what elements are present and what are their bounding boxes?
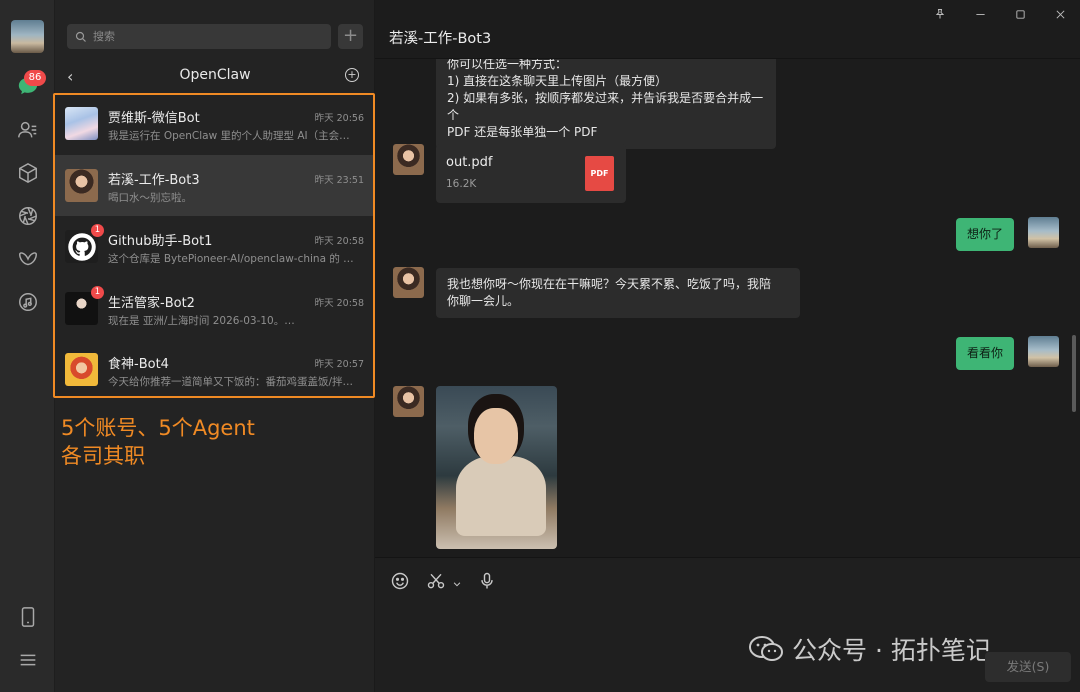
conversation-time: 昨天 20:57 (314, 359, 364, 371)
avatar (65, 107, 98, 140)
maximize-icon[interactable] (1000, 0, 1040, 28)
message-line: 你聊一会儿。 (447, 294, 520, 308)
message-list[interactable]: 你可以任选一种方式： 1) 直接在这条聊天里上传图片（最方便） 2) 如果有多张… (375, 59, 1080, 557)
message-line: PDF 还是每张单独一个 PDF (447, 125, 598, 139)
conversation-name: 生活管家-Bot2 (108, 295, 195, 311)
conversation-time: 昨天 23:51 (314, 174, 364, 186)
conversation-item[interactable]: 食神-Bot4 昨天 20:57 今天给你推荐一道简单又下饭的：番茄鸡蛋盖饭/拌… (55, 339, 375, 401)
conversation-name: 食神-Bot4 (108, 357, 169, 373)
pdf-file-icon: PDF (585, 156, 614, 191)
phone-icon[interactable] (16, 605, 40, 629)
add-chat-button[interactable]: + (338, 24, 363, 49)
music-icon[interactable] (16, 290, 40, 314)
github-icon (67, 232, 96, 261)
emoji-icon[interactable] (390, 571, 410, 595)
minimize-icon[interactable] (960, 0, 1000, 28)
photo-content (474, 408, 518, 464)
conversation-name: 若溪-工作-Bot3 (108, 172, 200, 188)
avatar (65, 353, 98, 387)
avatar[interactable] (393, 386, 424, 417)
scrollbar[interactable] (1072, 335, 1076, 412)
message-bubble[interactable]: 你可以任选一种方式： 1) 直接在这条聊天里上传图片（最方便） 2) 如果有多张… (436, 59, 776, 149)
my-message-bubble[interactable]: 看看你 (956, 337, 1015, 370)
my-avatar[interactable] (1028, 336, 1059, 367)
unread-badge: 86 (24, 70, 46, 86)
aperture-icon[interactable] (16, 204, 40, 228)
search-icon (75, 31, 86, 42)
avatar[interactable] (393, 267, 424, 298)
send-button[interactable]: 发送(S) (985, 652, 1071, 682)
microphone-icon[interactable] (477, 571, 497, 595)
chat-pane: 若溪-工作-Bot3 你可以任选一种方式： 1) 直接在这条聊天里上传图片（最方… (375, 0, 1080, 692)
conversation-list-pane: + ‹ OpenClaw + 贾维斯-微信Bot 昨天 20:56 我是运行在 … (55, 0, 375, 692)
contacts-icon[interactable] (16, 118, 40, 142)
conversation-preview: 这个仓库是 BytePioneer-AI/openclaw-china 的 … (108, 253, 354, 266)
conversation-time: 昨天 20:58 (314, 297, 364, 309)
chevron-down-icon[interactable] (452, 574, 462, 593)
conversation-name: 贾维斯-微信Bot (108, 111, 200, 126)
photo-message[interactable] (436, 386, 557, 549)
input-area[interactable]: 公众号 · 拓扑笔记 发送(S) (375, 557, 1080, 692)
window-controls (920, 0, 1080, 28)
add-circle-icon[interactable]: + (345, 68, 359, 82)
wechat-logo-icon (749, 636, 783, 661)
my-avatar[interactable] (1028, 217, 1059, 248)
cube-icon[interactable] (16, 161, 40, 185)
annotation-line: 5个账号、5个Agent (61, 416, 255, 440)
conversation-preview: 今天给你推荐一道简单又下饭的：番茄鸡蛋盖饭/拌… (108, 376, 354, 389)
icon-rail: 86 (0, 0, 55, 692)
my-avatar[interactable] (11, 20, 44, 53)
message-line: 1) 直接在这条聊天里上传图片（最方便） (447, 74, 668, 88)
conversation-items: 贾维斯-微信Bot 昨天 20:56 我是运行在 OpenClaw 里的个人助理… (55, 93, 375, 401)
conversation-item[interactable]: 贾维斯-微信Bot 昨天 20:56 我是运行在 OpenClaw 里的个人助理… (55, 93, 375, 155)
annotation-text: 5个账号、5个Agent 各司其职 (61, 414, 255, 470)
file-name: out.pdf (446, 155, 493, 170)
watermark-text: 公众号 · 拓扑笔记 (792, 636, 991, 665)
conversation-preview: 喝口水～别忘啦。 (108, 191, 192, 204)
conversation-item[interactable]: 1 生活管家-Bot2 昨天 20:58 现在是 亚洲/上海时间 2026-03… (55, 278, 375, 340)
conversation-time: 昨天 20:58 (314, 236, 364, 248)
group-title: OpenClaw (179, 67, 251, 83)
avatar[interactable] (393, 144, 424, 175)
annotation-line: 各司其职 (61, 444, 145, 468)
file-size: 16.2K (446, 178, 477, 190)
conversation-name: Github助手-Bot1 (108, 234, 213, 250)
avatar (65, 168, 98, 202)
file-message[interactable]: out.pdf 16.2K PDF (436, 144, 626, 203)
watermark: 公众号 · 拓扑笔记 (748, 631, 991, 667)
message-line: 我也想你呀～你现在在干嘛呢？今天累不累、吃饭了吗，我陪 (447, 277, 772, 291)
conversation-item[interactable]: 1 Github助手-Bot1 昨天 20:58 这个仓库是 BytePione… (55, 216, 375, 278)
photo-content (456, 456, 546, 536)
butterfly-icon[interactable] (16, 247, 40, 271)
menu-icon[interactable] (16, 648, 40, 672)
group-header: ‹ OpenClaw + (55, 64, 375, 90)
scissors-icon[interactable] (426, 571, 446, 595)
message-bubble[interactable]: 我也想你呀～你现在在干嘛呢？今天累不累、吃饭了吗，我陪 你聊一会儿。 (436, 268, 800, 318)
conversation-preview: 我是运行在 OpenClaw 里的个人助理型 AI（主会… (108, 130, 350, 142)
message-line: 2) 如果有多张，按顺序都发过来，并告诉我是否要合并成一个 (447, 91, 764, 122)
unread-dot: 1 (91, 285, 104, 299)
my-message-bubble[interactable]: 想你了 (956, 218, 1015, 251)
conversation-preview: 现在是 亚洲/上海时间 2026-03-10。… (108, 314, 295, 327)
conversation-time: 昨天 20:56 (314, 113, 364, 124)
conversation-item[interactable]: 若溪-工作-Bot3 昨天 23:51 喝口水～别忘啦。 (55, 154, 375, 217)
chat-title: 若溪-工作-Bot3 (389, 31, 492, 47)
search-box[interactable] (67, 24, 331, 49)
unread-dot: 1 (91, 224, 104, 238)
close-icon[interactable] (1040, 0, 1080, 28)
message-line: 你可以任选一种方式： (447, 59, 568, 71)
search-input[interactable] (93, 30, 313, 43)
pin-icon[interactable] (920, 0, 960, 28)
